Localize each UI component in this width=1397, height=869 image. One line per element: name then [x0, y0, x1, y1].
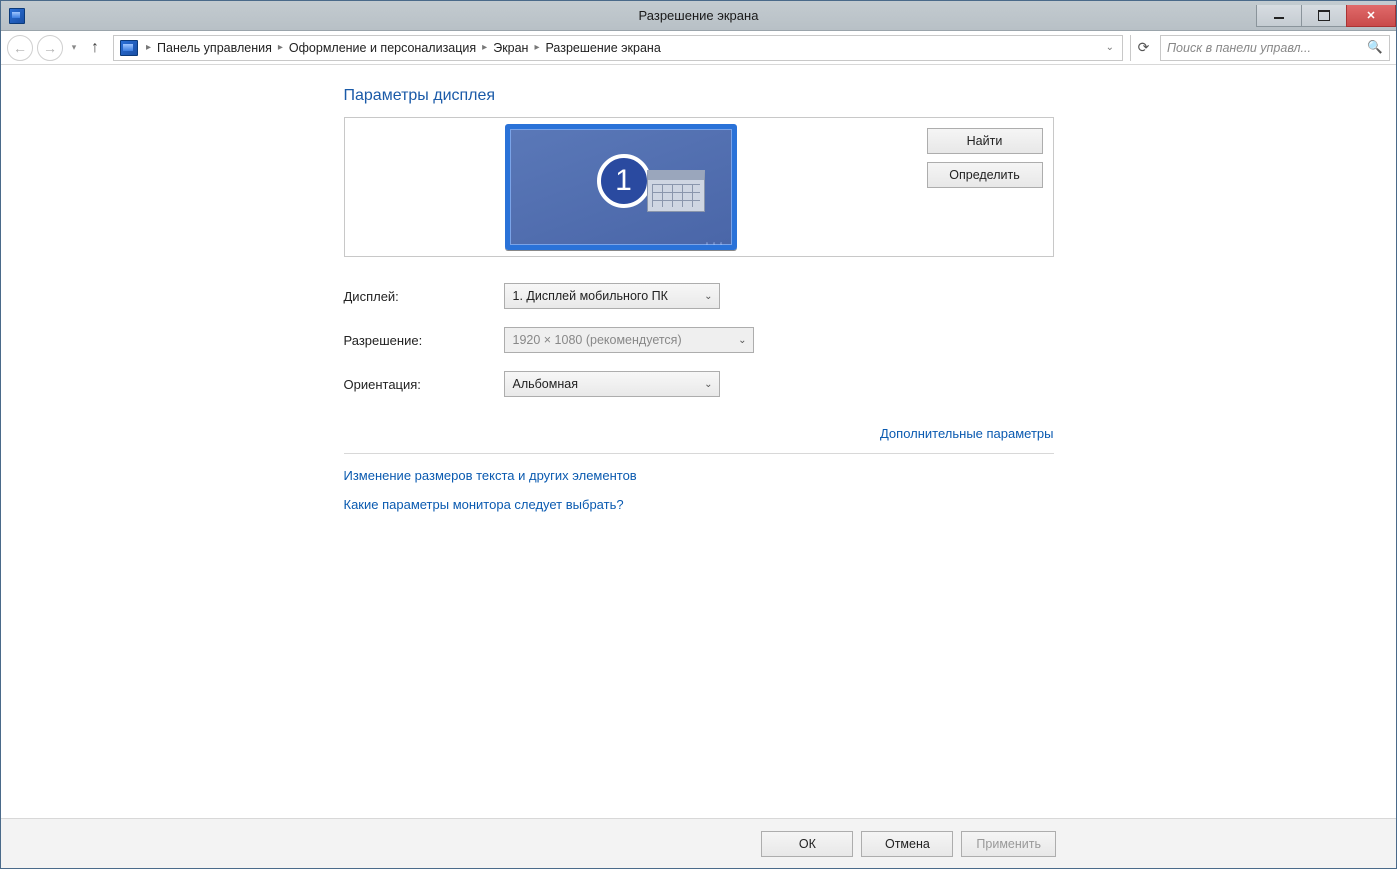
- display-action-buttons: Найти Определить: [927, 128, 1043, 188]
- search-placeholder: Поиск в панели управл...: [1167, 41, 1311, 55]
- minimize-button[interactable]: [1256, 5, 1302, 27]
- orientation-value: Альбомная: [513, 377, 578, 391]
- chevron-down-icon[interactable]: ⌄: [1100, 42, 1120, 53]
- chevron-down-icon: ⌄: [704, 291, 712, 302]
- help-links: Изменение размеров текста и других элеме…: [344, 468, 1054, 512]
- search-input[interactable]: Поиск в панели управл... 🔍: [1160, 35, 1390, 61]
- resolution-value: 1920 × 1080 (рекомендуется): [513, 333, 682, 347]
- breadcrumb-item[interactable]: Панель управления: [155, 39, 274, 57]
- display-select[interactable]: 1. Дисплей мобильного ПК ⌄: [504, 283, 720, 309]
- advanced-settings-link[interactable]: Дополнительные параметры: [880, 426, 1054, 441]
- monitor-number-badge: 1: [597, 154, 651, 208]
- titlebar: Разрешение экрана: [1, 1, 1396, 31]
- find-button[interactable]: Найти: [927, 128, 1043, 154]
- forward-button[interactable]: →: [37, 35, 63, 61]
- breadcrumb-item[interactable]: Разрешение экрана: [544, 39, 663, 57]
- display-row: Дисплей: 1. Дисплей мобильного ПК ⌄: [344, 283, 1054, 309]
- chevron-right-icon: ▸: [142, 42, 155, 53]
- resolution-label: Разрешение:: [344, 333, 504, 348]
- content-area: Параметры дисплея 1 Найти Определить Дис…: [1, 65, 1396, 818]
- chevron-down-icon: ⌄: [704, 379, 712, 390]
- search-icon: 🔍: [1367, 40, 1383, 55]
- back-button[interactable]: ←: [7, 35, 33, 61]
- display-preview-box: 1 Найти Определить: [344, 117, 1054, 257]
- chevron-right-icon: ▸: [274, 42, 287, 53]
- history-dropdown[interactable]: ▾: [67, 35, 81, 61]
- page-heading: Параметры дисплея: [344, 87, 1054, 105]
- orientation-label: Ориентация:: [344, 377, 504, 392]
- monitor-preview[interactable]: 1: [505, 124, 737, 250]
- window: Разрешение экрана ← → ▾ ↑ ▸ Панель управ…: [0, 0, 1397, 869]
- cancel-button[interactable]: Отмена: [861, 831, 953, 857]
- help-link[interactable]: Какие параметры монитора следует выбрать…: [344, 497, 1054, 512]
- breadcrumb-item[interactable]: Экран: [491, 39, 530, 57]
- maximize-button[interactable]: [1301, 5, 1347, 27]
- window-title: Разрешение экрана: [1, 8, 1396, 23]
- advanced-link-row: Дополнительные параметры: [344, 425, 1054, 443]
- chevron-right-icon: ▸: [478, 42, 491, 53]
- location-icon: [120, 40, 138, 56]
- breadcrumb[interactable]: ▸ Панель управления ▸ Оформление и персо…: [113, 35, 1123, 61]
- refresh-button[interactable]: ⟳: [1130, 35, 1156, 61]
- display-value: 1. Дисплей мобильного ПК: [513, 289, 668, 303]
- resolution-row: Разрешение: 1920 × 1080 (рекомендуется) …: [344, 327, 1054, 353]
- separator: [344, 453, 1054, 454]
- window-controls: [1257, 5, 1396, 27]
- orientation-select[interactable]: Альбомная ⌄: [504, 371, 720, 397]
- orientation-row: Ориентация: Альбомная ⌄: [344, 371, 1054, 397]
- ok-button[interactable]: ОК: [761, 831, 853, 857]
- up-button[interactable]: ↑: [85, 38, 105, 58]
- navbar: ← → ▾ ↑ ▸ Панель управления ▸ Оформление…: [1, 31, 1396, 65]
- app-icon: [9, 8, 25, 24]
- chevron-right-icon: ▸: [530, 42, 543, 53]
- monitor-grid-icon: [647, 170, 705, 212]
- dialog-footer: ОК Отмена Применить: [1, 818, 1396, 868]
- breadcrumb-item[interactable]: Оформление и персонализация: [287, 39, 478, 57]
- close-button[interactable]: [1346, 5, 1396, 27]
- text-size-link[interactable]: Изменение размеров текста и других элеме…: [344, 468, 1054, 483]
- chevron-down-icon: ⌄: [738, 335, 746, 346]
- settings-panel: Параметры дисплея 1 Найти Определить Дис…: [344, 87, 1054, 818]
- display-label: Дисплей:: [344, 289, 504, 304]
- apply-button: Применить: [961, 831, 1056, 857]
- identify-button[interactable]: Определить: [927, 162, 1043, 188]
- resolution-select[interactable]: 1920 × 1080 (рекомендуется) ⌄: [504, 327, 754, 353]
